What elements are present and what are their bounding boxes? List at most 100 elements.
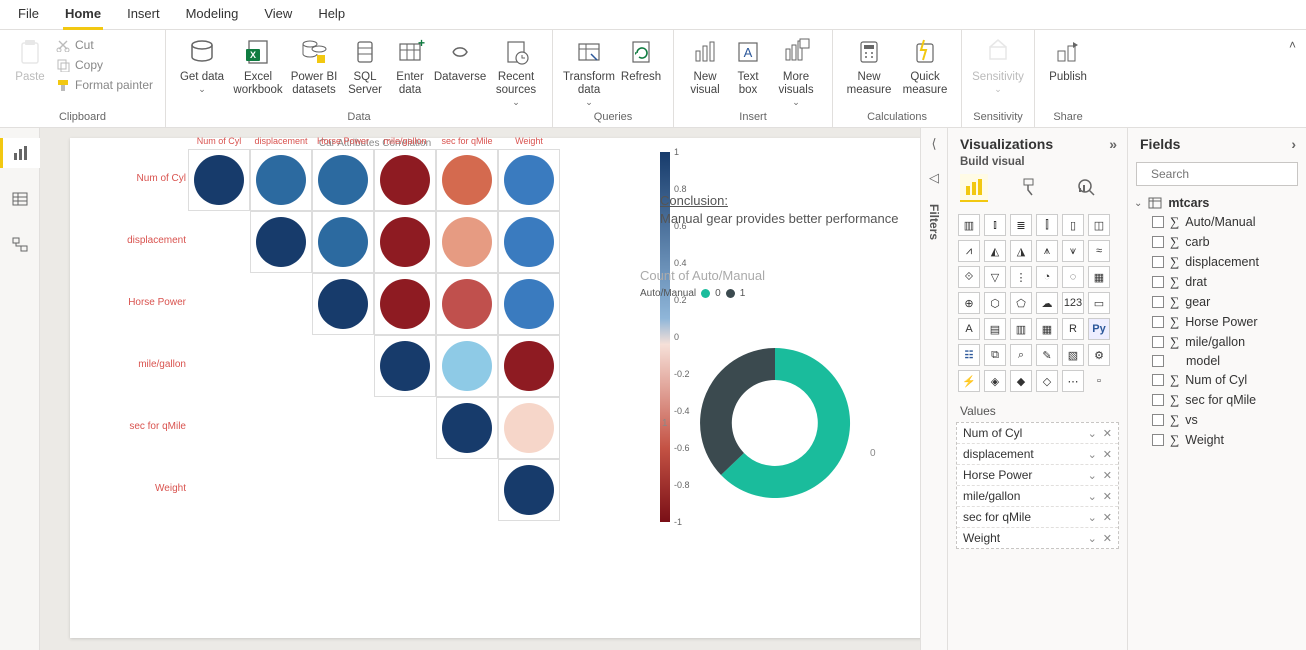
new-measure-button[interactable]: New measure <box>841 34 897 99</box>
excel-workbook-button[interactable]: XExcel workbook <box>230 34 286 99</box>
values-row-remove[interactable]: ✕ <box>1103 469 1112 482</box>
analytics-tab[interactable] <box>1072 174 1100 202</box>
values-row-remove[interactable]: ✕ <box>1103 490 1112 503</box>
values-row[interactable]: mile/gallon⌄✕ <box>957 486 1118 507</box>
report-canvas[interactable]: Car Attributes Correlation Num of Cyldis… <box>40 128 920 650</box>
field-item[interactable]: ∑Weight <box>1134 430 1300 450</box>
viz-map[interactable]: ⊕ <box>958 292 980 314</box>
paste-button[interactable]: Paste <box>8 34 52 86</box>
field-item[interactable]: ∑gear <box>1134 292 1300 312</box>
values-row-menu[interactable]: ⌄ <box>1088 427 1097 440</box>
field-checkbox[interactable] <box>1152 336 1164 348</box>
values-row-remove[interactable]: ✕ <box>1103 532 1112 545</box>
ribbon-collapse-icon[interactable]: ˄ <box>1289 38 1296 52</box>
menu-file[interactable]: File <box>16 4 41 29</box>
menu-insert[interactable]: Insert <box>125 4 162 29</box>
data-view-button[interactable] <box>0 184 40 214</box>
viz-power-apps[interactable]: ⚡ <box>958 370 980 392</box>
viz-key-influencers[interactable]: ⧉ <box>984 344 1006 366</box>
viz-kpi[interactable]: ▤ <box>984 318 1006 340</box>
values-row[interactable]: sec for qMile⌄✕ <box>957 507 1118 528</box>
viz-r-visual[interactable]: Py <box>1088 318 1110 340</box>
quick-measure-button[interactable]: Quick measure <box>897 34 953 99</box>
viz-more[interactable]: ▫ <box>1088 370 1110 392</box>
field-item[interactable]: ∑Auto/Manual <box>1134 212 1300 232</box>
viz-line[interactable]: ⩘ <box>958 240 980 262</box>
fields-search[interactable] <box>1136 162 1298 186</box>
copy-button[interactable]: Copy <box>52 56 157 74</box>
field-checkbox[interactable] <box>1152 296 1164 308</box>
report-view-button[interactable] <box>0 138 40 168</box>
cut-button[interactable]: Cut <box>52 36 157 54</box>
field-item[interactable]: ∑displacement <box>1134 252 1300 272</box>
viz-pie[interactable]: ◔ <box>1036 266 1058 288</box>
field-checkbox[interactable] <box>1152 414 1164 426</box>
conclusion-textbox[interactable]: Conclusion: Manual gear provides better … <box>660 193 900 226</box>
values-row-menu[interactable]: ⌄ <box>1088 511 1097 524</box>
values-row-remove[interactable]: ✕ <box>1103 448 1112 461</box>
viz-smart-narrative[interactable]: ▧ <box>1062 344 1084 366</box>
transform-data-button[interactable]: Transform data⌄ <box>561 34 617 110</box>
values-row-menu[interactable]: ⌄ <box>1088 532 1097 545</box>
viz-scatter[interactable]: ⋮ <box>1010 266 1032 288</box>
viz-waterfall[interactable]: ⟐ <box>958 266 980 288</box>
menu-view[interactable]: View <box>262 4 294 29</box>
viz-table[interactable]: ▦ <box>1036 318 1058 340</box>
field-item[interactable]: ∑vs <box>1134 410 1300 430</box>
viz-line-stacked[interactable]: ⩛ <box>1062 240 1084 262</box>
fields-collapse-icon[interactable]: › <box>1291 136 1296 152</box>
new-visual-button[interactable]: New visual <box>682 34 728 99</box>
filters-pane-collapsed[interactable]: ⟨ ◁ Filters <box>920 128 948 650</box>
field-checkbox[interactable] <box>1152 374 1164 386</box>
values-row[interactable]: Weight⌄✕ <box>957 528 1118 548</box>
table-node[interactable]: ⌄ mtcars <box>1134 194 1300 212</box>
viz-power-automate[interactable]: ◈ <box>984 370 1006 392</box>
viz-clustered-column[interactable]: ⫿ <box>1036 214 1058 236</box>
viz-power-bi-visual[interactable]: ◇ <box>1036 370 1058 392</box>
viz-paginated[interactable]: ⚙ <box>1088 344 1110 366</box>
viz-filled-map[interactable]: ⬡ <box>984 292 1006 314</box>
menu-modeling[interactable]: Modeling <box>184 4 241 29</box>
viz-area[interactable]: ◭ <box>984 240 1006 262</box>
viz-gauge[interactable]: 123 <box>1062 292 1084 314</box>
field-checkbox[interactable] <box>1152 256 1164 268</box>
viz-stacked-column[interactable]: ▯ <box>1062 214 1084 236</box>
get-data-button[interactable]: Get data⌄ <box>174 34 230 97</box>
field-checkbox[interactable] <box>1152 434 1164 446</box>
field-item[interactable]: ∑drat <box>1134 272 1300 292</box>
viz-ribbon[interactable]: ≈ <box>1088 240 1110 262</box>
viz-funnel[interactable]: ▽ <box>984 266 1006 288</box>
sql-server-button[interactable]: SQL Server <box>342 34 388 99</box>
field-checkbox[interactable] <box>1152 355 1164 367</box>
enter-data-button[interactable]: +Enter data <box>388 34 432 99</box>
field-item[interactable]: ∑mile/gallon <box>1134 332 1300 352</box>
values-row-remove[interactable]: ✕ <box>1103 427 1112 440</box>
field-item[interactable]: ∑Num of Cyl <box>1134 370 1300 390</box>
recent-sources-button[interactable]: Recent sources⌄ <box>488 34 544 110</box>
visualizations-collapse-icon[interactable]: » <box>1109 136 1117 152</box>
values-row-menu[interactable]: ⌄ <box>1088 469 1097 482</box>
menu-home[interactable]: Home <box>63 4 103 29</box>
viz-py-visual[interactable]: ☷ <box>958 344 980 366</box>
more-visuals-button[interactable]: More visuals⌄ <box>768 34 824 110</box>
values-row-menu[interactable]: ⌄ <box>1088 490 1097 503</box>
format-painter-button[interactable]: Format painter <box>52 76 157 94</box>
viz-slicer[interactable]: ▥ <box>1010 318 1032 340</box>
values-row[interactable]: Horse Power⌄✕ <box>957 465 1118 486</box>
viz-matrix[interactable]: R <box>1062 318 1084 340</box>
values-row-remove[interactable]: ✕ <box>1103 511 1112 524</box>
viz-stacked-area[interactable]: ◮ <box>1010 240 1032 262</box>
field-item[interactable]: ∑Horse Power <box>1134 312 1300 332</box>
viz-stacked-bar[interactable]: ▥ <box>958 214 980 236</box>
viz-multi-row-card[interactable]: A <box>958 318 980 340</box>
text-box-button[interactable]: AText box <box>728 34 768 99</box>
viz-custom[interactable]: ⋯ <box>1062 370 1084 392</box>
format-visual-tab[interactable] <box>1016 174 1044 202</box>
values-row[interactable]: displacement⌄✕ <box>957 444 1118 465</box>
pbi-datasets-button[interactable]: Power BI datasets <box>286 34 342 99</box>
viz-clustered-bar[interactable]: ⫾ <box>984 214 1006 236</box>
correlation-visual[interactable]: Car Attributes Correlation Num of Cyldis… <box>120 138 630 538</box>
dataverse-button[interactable]: Dataverse <box>432 34 488 86</box>
model-view-button[interactable] <box>0 230 40 260</box>
viz-line-clustered[interactable]: ⩚ <box>1036 240 1058 262</box>
